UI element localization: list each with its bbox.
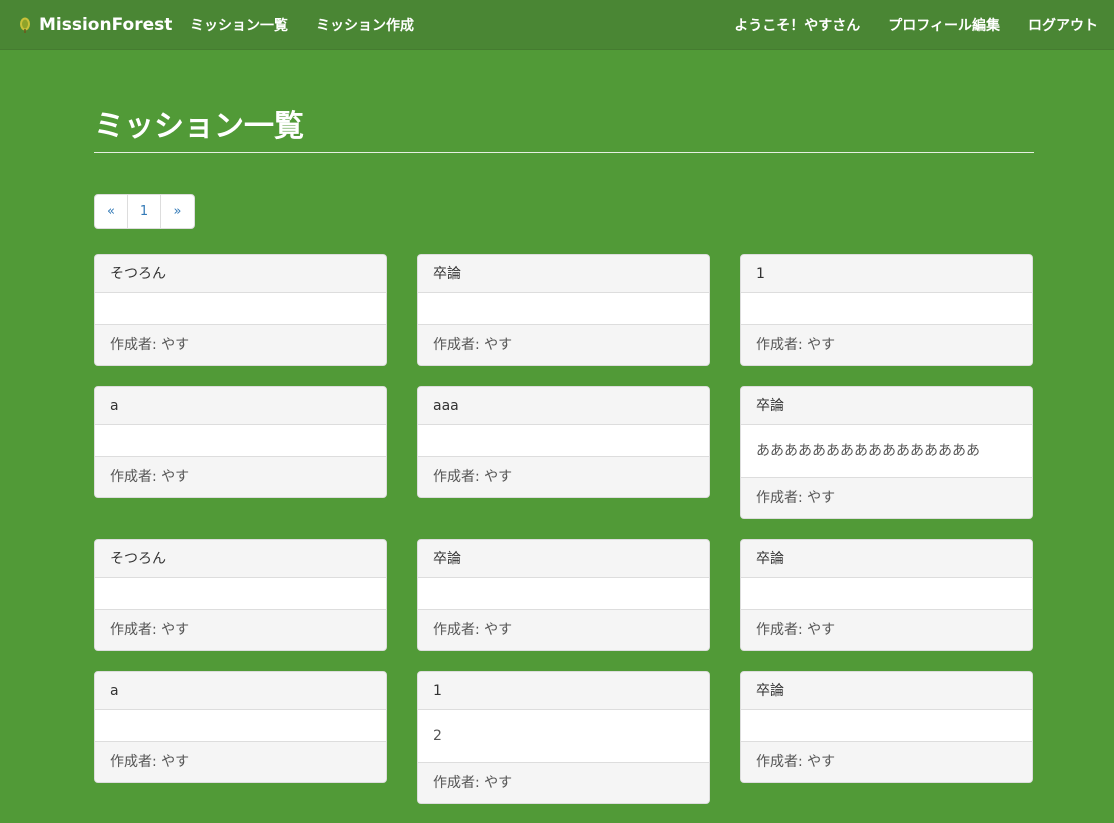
pagination-page-1-button[interactable]: 1 — [128, 195, 161, 228]
mission-title[interactable]: そつろん — [95, 255, 386, 293]
pagination-next-button[interactable]: » — [161, 195, 194, 228]
mission-card[interactable]: 卒論 作成者: やす — [740, 539, 1033, 651]
navbar: MissionForest ミッション一覧 ミッション作成 ようこそ！やすさん … — [0, 0, 1114, 50]
brand-link[interactable]: MissionForest — [16, 0, 172, 50]
mission-author: 作成者: やす — [95, 324, 386, 365]
mission-author: 作成者: やす — [418, 762, 709, 803]
mission-title[interactable]: a — [95, 672, 386, 710]
mission-card[interactable]: 卒論 作成者: やす — [417, 539, 710, 651]
mission-author: 作成者: やす — [95, 609, 386, 650]
mission-author: 作成者: やす — [418, 456, 709, 497]
mission-author: 作成者: やす — [418, 324, 709, 365]
mission-description — [418, 578, 709, 609]
mission-description — [95, 293, 386, 324]
nav-link-logout[interactable]: ログアウト — [1014, 15, 1112, 35]
nav-link-mission-list[interactable]: ミッション一覧 — [176, 15, 302, 35]
mission-author: 作成者: やす — [741, 609, 1032, 650]
mission-description: ああああああああああああああああ — [756, 443, 980, 459]
mission-description — [741, 710, 1032, 741]
mission-card[interactable]: そつろん 作成者: やす — [94, 539, 387, 651]
mission-card[interactable]: 1 2 作成者: やす — [417, 671, 710, 804]
mission-author: 作成者: やす — [741, 477, 1032, 518]
mission-description — [418, 293, 709, 324]
mission-title[interactable]: a — [95, 387, 386, 425]
page-title: ミッション一覧 — [94, 109, 304, 144]
mission-card[interactable]: そつろん 作成者: やす — [94, 254, 387, 366]
mission-title[interactable]: 卒論 — [741, 540, 1032, 578]
pagination-prev-button[interactable]: « — [95, 195, 128, 228]
mission-card[interactable]: a 作成者: やす — [94, 671, 387, 783]
forest-logo-icon — [20, 17, 30, 33]
mission-card[interactable]: 卒論 作成者: やす — [417, 254, 710, 366]
pagination: « 1 » — [94, 194, 195, 229]
mission-card[interactable]: 卒論 ああああああああああああああああ 作成者: やす — [740, 386, 1033, 519]
mission-title[interactable]: 卒論 — [741, 672, 1032, 710]
mission-description — [418, 425, 709, 456]
mission-title[interactable]: 1 — [418, 672, 709, 710]
nav-left: ミッション一覧 ミッション作成 — [176, 0, 428, 50]
mission-description — [95, 578, 386, 609]
mission-title[interactable]: 1 — [741, 255, 1032, 293]
mission-card[interactable]: aaa 作成者: やす — [417, 386, 710, 498]
mission-description: 2 — [433, 728, 442, 744]
mission-card[interactable]: 卒論 作成者: やす — [740, 671, 1033, 783]
nav-link-welcome-user[interactable]: ようこそ！やすさん — [720, 15, 874, 35]
mission-author: 作成者: やす — [95, 456, 386, 497]
mission-author: 作成者: やす — [95, 741, 386, 782]
mission-description — [741, 578, 1032, 609]
mission-title[interactable]: aaa — [418, 387, 709, 425]
mission-description — [741, 293, 1032, 324]
mission-description — [95, 425, 386, 456]
nav-link-create-mission[interactable]: ミッション作成 — [302, 15, 428, 35]
mission-title[interactable]: 卒論 — [741, 387, 1032, 425]
mission-author: 作成者: やす — [418, 609, 709, 650]
mission-author: 作成者: やす — [741, 741, 1032, 782]
mission-title[interactable]: 卒論 — [418, 540, 709, 578]
mission-title[interactable]: そつろん — [95, 540, 386, 578]
title-divider — [94, 152, 1034, 153]
brand-name: MissionForest — [39, 15, 173, 35]
nav-link-edit-profile[interactable]: プロフィール編集 — [874, 15, 1014, 35]
mission-author: 作成者: やす — [741, 324, 1032, 365]
mission-card[interactable]: a 作成者: やす — [94, 386, 387, 498]
mission-card[interactable]: 1 作成者: やす — [740, 254, 1033, 366]
mission-description — [95, 710, 386, 741]
mission-title[interactable]: 卒論 — [418, 255, 709, 293]
nav-right: ようこそ！やすさん プロフィール編集 ログアウト — [720, 0, 1112, 50]
